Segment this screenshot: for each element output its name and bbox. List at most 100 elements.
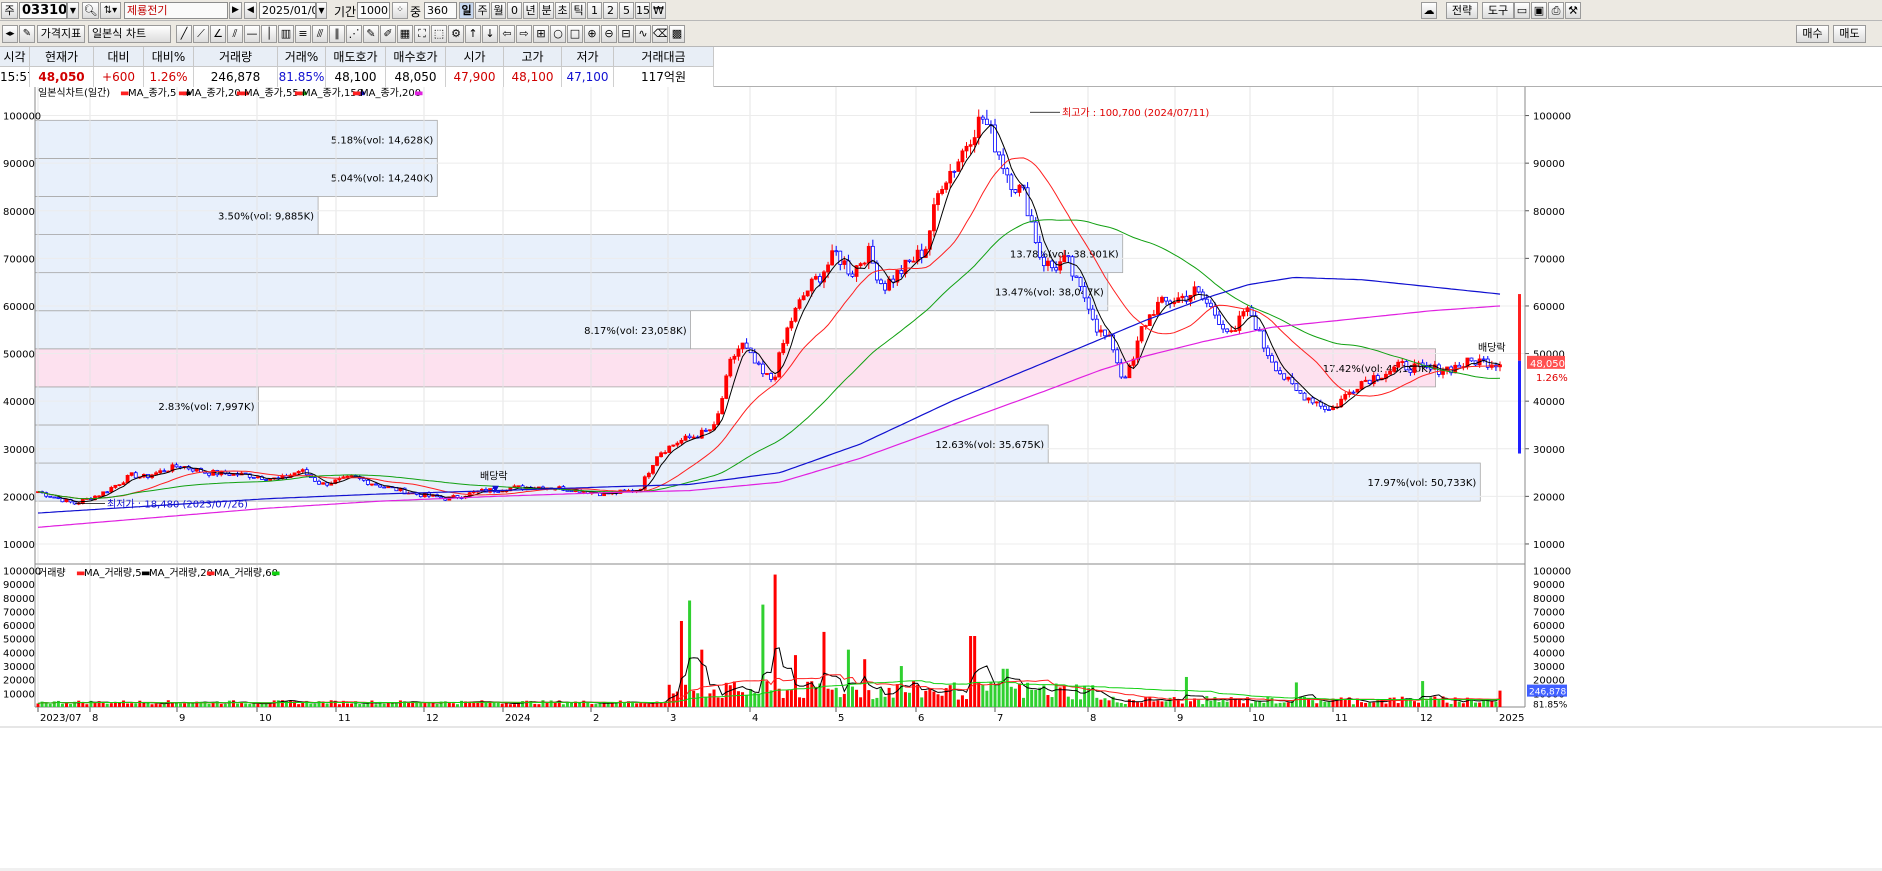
prev-icon[interactable]: ◀ [244, 2, 257, 19]
paint-tool-icon[interactable]: ⛶ [414, 25, 430, 43]
brush-tool-icon[interactable]: ✐ [380, 25, 396, 43]
sell-button[interactable]: 매도 [1833, 25, 1866, 43]
grid-line-icon[interactable]: ⊟ [618, 25, 634, 43]
image-tool-icon[interactable]: ▦ [397, 25, 413, 43]
market-select[interactable]: 주 [1, 2, 18, 19]
stock-name-field[interactable]: 제룡전기 [124, 2, 228, 19]
spin-icon[interactable]: ⁘ [392, 2, 408, 19]
angle-tool-icon[interactable]: ∠ [210, 25, 226, 43]
settings-tool-icon[interactable]: ⚙ [448, 25, 464, 43]
period-button[interactable]: ₩ [651, 2, 666, 19]
volume-bar [647, 703, 651, 707]
edit-icon[interactable]: ✎ [19, 25, 35, 43]
period-button[interactable]: 초 [555, 2, 570, 19]
zoom-out-icon[interactable]: ⊖ [601, 25, 617, 43]
sort-icon[interactable]: ⇅▾ [100, 2, 121, 19]
play-icon[interactable]: ▶ [229, 2, 242, 19]
candle-body [48, 495, 53, 498]
period-button[interactable]: 월 [491, 2, 506, 19]
fib-tool-icon[interactable]: ≡ [295, 25, 311, 43]
candle-body [1270, 355, 1274, 363]
period-button[interactable]: 일 [459, 2, 474, 19]
chart-type-select[interactable]: 일본식 차트 [88, 25, 171, 43]
down-arrow-icon[interactable]: ↓ [482, 25, 498, 43]
period-button[interactable]: 틱 [571, 2, 586, 19]
date-input[interactable]: 2025/01/03 [259, 2, 316, 19]
volume-bar [594, 704, 598, 707]
high-price-annotation: 최고가 : 100,700 (2024/07/11) [1062, 107, 1209, 119]
period-button[interactable]: 1 [587, 2, 602, 19]
wrench-icon[interactable]: ⚒ [1565, 2, 1581, 19]
period-button[interactable]: 분 [539, 2, 554, 19]
rect-select-icon[interactable]: ⬚ [431, 25, 447, 43]
hline-tool-icon[interactable]: — [244, 25, 260, 43]
trend-tool-icon[interactable]: ⟋ [193, 25, 209, 43]
buy-button[interactable]: 매수 [1796, 25, 1829, 43]
code-dropdown-icon[interactable]: ▼ [67, 2, 79, 19]
candle-body [1094, 318, 1099, 333]
fan-tool-icon[interactable]: ⫽ [227, 25, 243, 43]
volume-bar [297, 704, 301, 707]
volume-bar [272, 700, 276, 707]
wave-tool-icon[interactable]: ∿ [635, 25, 651, 43]
vol-tick-label-left: 40000 [3, 648, 35, 659]
zoom-in-icon[interactable]: ⊕ [584, 25, 600, 43]
volume-bar [1266, 696, 1270, 707]
candle-body [1180, 295, 1185, 299]
monitor-icon[interactable]: ▭ [1514, 2, 1530, 19]
candle-body [174, 464, 179, 468]
delete-tool-icon[interactable]: ⌫ [652, 25, 668, 43]
volume-profile-label: 12.63%(vol: 35,675K) [935, 440, 1044, 451]
grid-tool-icon[interactable]: ▥ [278, 25, 294, 43]
search-icon[interactable]: 🔍︎ [82, 2, 99, 19]
period-button[interactable]: 0 [507, 2, 522, 19]
count-input[interactable]: 360 [424, 2, 457, 19]
print-icon[interactable]: ⎙ [1548, 2, 1564, 19]
code-input[interactable]: 033100 [19, 2, 67, 19]
period-button[interactable]: 년 [523, 2, 538, 19]
color-icon[interactable]: ▩ [669, 25, 685, 43]
date-dropdown-icon[interactable]: ▼ [316, 2, 327, 19]
line-tool-icon[interactable]: ╱ [176, 25, 192, 43]
volume-bar [1217, 702, 1221, 707]
candle-body [1233, 330, 1238, 332]
chart-area[interactable]: 17.97%(vol: 50,733K) 12.63%(vol: 35,675K)… [0, 87, 1882, 868]
volume-bar [907, 692, 911, 707]
period-button[interactable]: 주 [475, 2, 490, 19]
period-button[interactable]: 5 [619, 2, 634, 19]
candle-body [997, 151, 1001, 156]
volume-profile-label: 3.50%(vol: 9,885K) [218, 212, 314, 223]
cloud-icon[interactable]: ☁ [1421, 2, 1437, 19]
candle-body [773, 376, 778, 380]
window-icon[interactable]: ▣ [1531, 2, 1547, 19]
period-button[interactable]: 2 [603, 2, 618, 19]
parallel-tool-icon[interactable]: ∥ [329, 25, 345, 43]
channel-tool-icon[interactable]: ⫻ [312, 25, 328, 43]
volume-bar [932, 691, 936, 707]
y-tick-label-right: 100000 [1533, 112, 1571, 123]
pitch-tool-icon[interactable]: ⋰ [346, 25, 362, 43]
quote-header: 매도호가 [326, 47, 386, 67]
left-arrow-icon[interactable]: ⇦ [499, 25, 515, 43]
period-label: 기간 [334, 5, 357, 19]
candle-body [304, 469, 309, 476]
volume-bar [150, 704, 154, 707]
volume-bar [252, 703, 256, 707]
period-button[interactable]: 15 [635, 2, 650, 19]
square-tool-icon[interactable]: □ [567, 25, 583, 43]
tools-button[interactable]: 도구 [1482, 2, 1514, 19]
candle-body [659, 452, 663, 458]
up-arrow-icon[interactable]: ↑ [465, 25, 481, 43]
pen-tool-icon[interactable]: ✎ [363, 25, 379, 43]
volume-bar [635, 703, 639, 707]
vline-tool-icon[interactable]: │ [261, 25, 277, 43]
arrows-icon[interactable]: ◂▸ [2, 25, 18, 43]
right-arrow-icon[interactable]: ⇨ [516, 25, 532, 43]
circle-tool-icon[interactable]: ○ [550, 25, 566, 43]
indicator-button[interactable]: 가격지표 [37, 25, 85, 43]
box-tool-icon[interactable]: ⊞ [533, 25, 549, 43]
period-input[interactable]: 1000 [357, 2, 390, 19]
strategy-button[interactable]: 전략 [1446, 2, 1478, 19]
price-chart-svg[interactable]: 17.97%(vol: 50,733K) 12.63%(vol: 35,675K)… [0, 87, 1882, 868]
candle-body [907, 259, 912, 262]
